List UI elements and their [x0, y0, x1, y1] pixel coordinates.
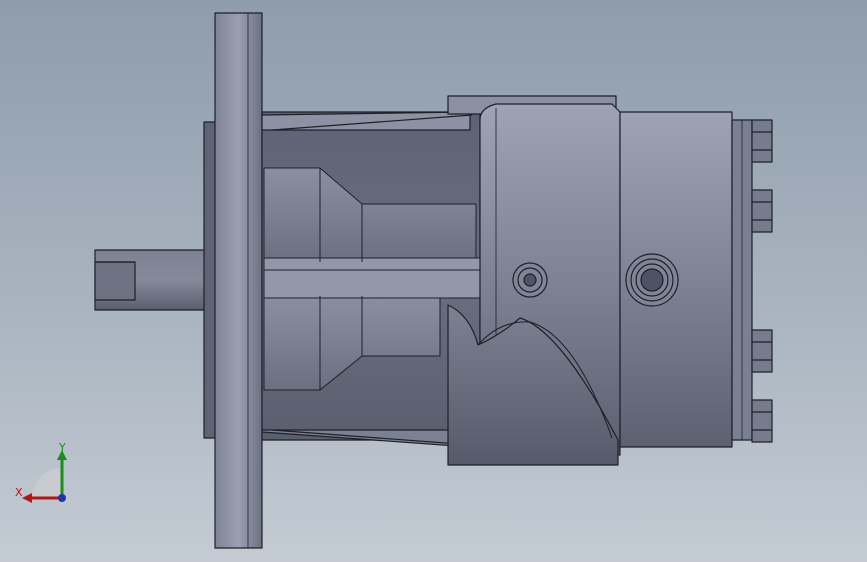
hydraulic-motor-model[interactable]	[0, 0, 867, 562]
shaft	[94, 249, 216, 311]
port-small	[512, 262, 548, 298]
axis-triad: X Y	[12, 440, 82, 510]
y-axis-label: Y	[59, 441, 66, 454]
graphics-viewport[interactable]: X Y	[0, 0, 867, 562]
port-large	[625, 253, 679, 307]
x-axis-label: X	[15, 486, 23, 499]
mounting-flange	[214, 12, 263, 549]
pilot-ring	[203, 121, 217, 439]
rear-bolts	[751, 119, 773, 443]
